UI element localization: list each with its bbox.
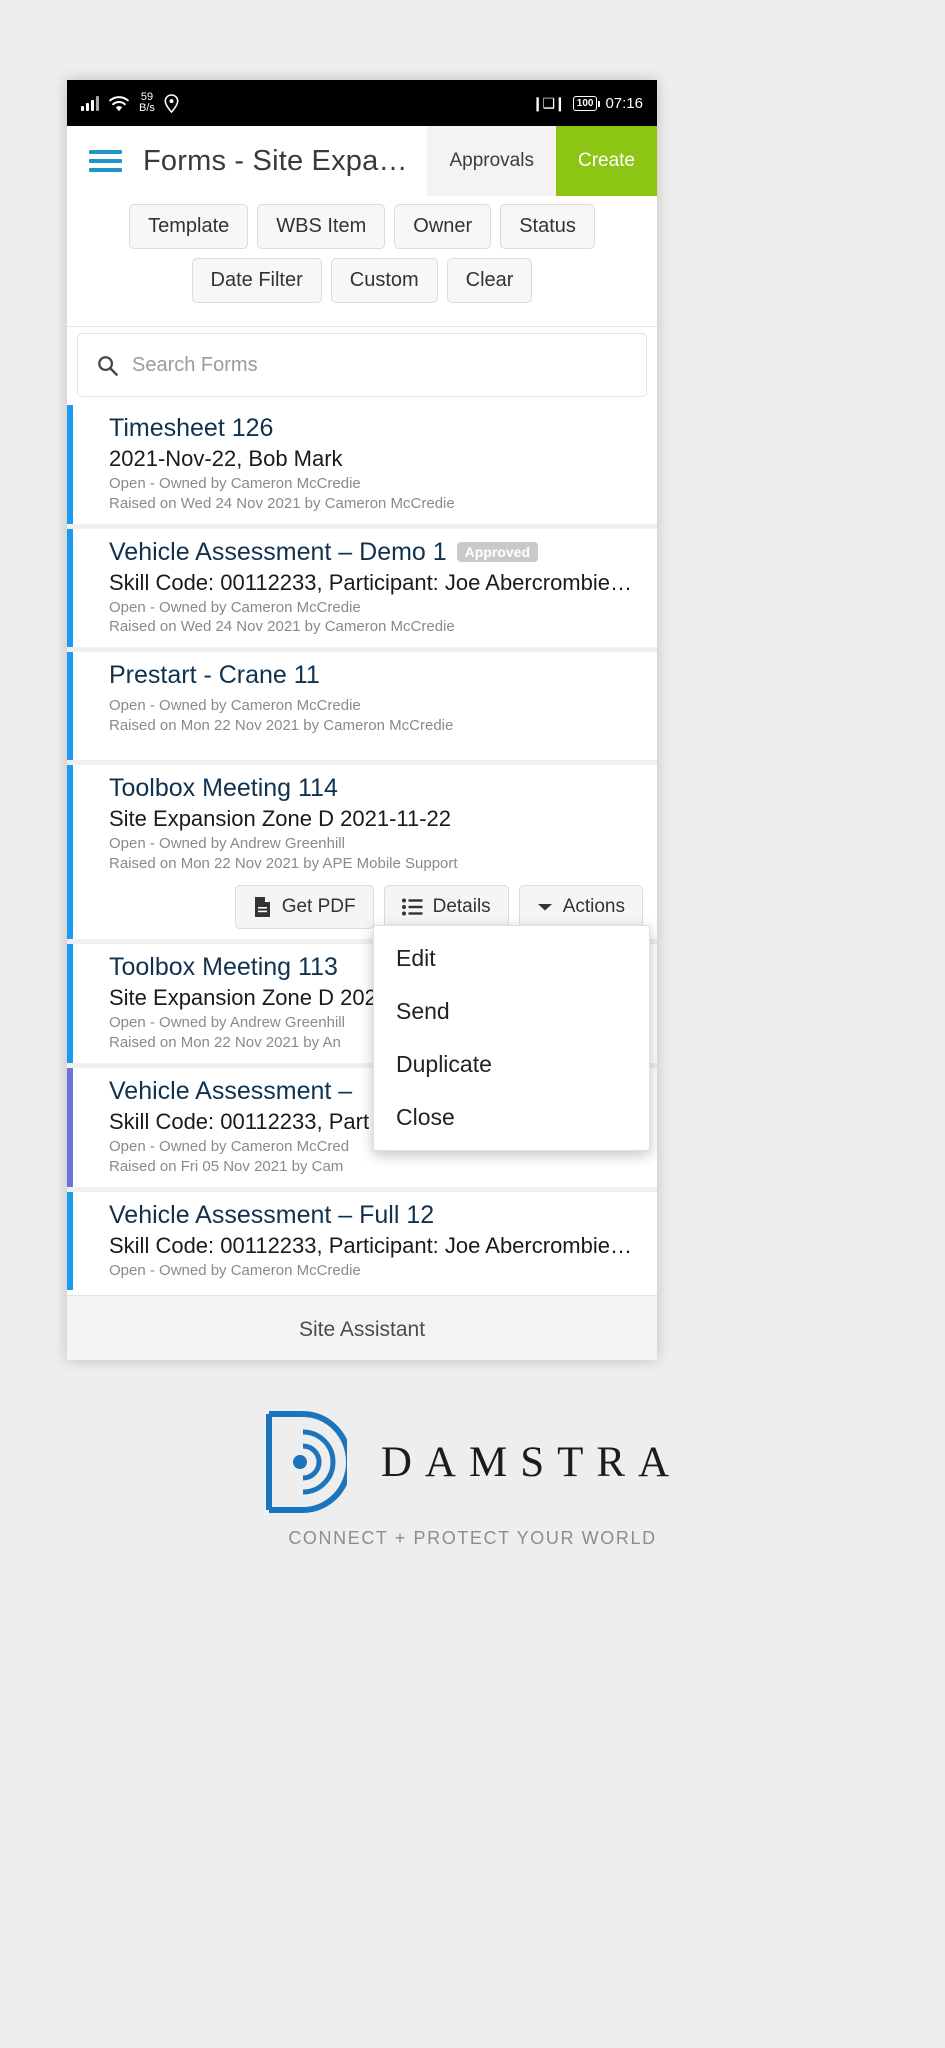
pdf-document-icon — [254, 897, 270, 918]
signal-icon — [81, 95, 99, 111]
form-meta-raised: Raised on Wed 24 Nov 2021 by Cameron McC… — [109, 618, 455, 636]
table-row[interactable]: Vehicle Assessment – Demo 1 Approved Ski… — [67, 528, 657, 648]
form-meta-raised: Raised on Wed 24 Nov 2021 by Cameron McC… — [109, 494, 455, 512]
app-header: Forms - Site Expa… Approvals Create — [67, 126, 657, 196]
filter-chip-template[interactable]: Template — [129, 204, 249, 249]
damstra-logo-icon — [265, 1411, 347, 1513]
details-label: Details — [432, 896, 491, 918]
brand-tagline: CONNECT + PROTECT YOUR WORLD — [288, 1528, 657, 1548]
form-meta-owner: Open - Owned by Cameron McCredie — [109, 475, 361, 492]
form-meta: Open - Owned by Andrew Greenhill Raised … — [109, 834, 643, 874]
form-meta-raised: Raised on Fri 05 Nov 2021 by Cam — [109, 1157, 344, 1175]
phone-frame: 59 B/s ❙❑❙ 100 07:16 Forms - Site Expa… … — [67, 80, 657, 1360]
actions-label: Actions — [562, 896, 625, 918]
form-meta-raised: Raised on Mon 22 Nov 2021 by APE Mobile … — [109, 854, 458, 872]
status-badge: Approved — [456, 542, 539, 563]
filter-chip-clear[interactable]: Clear — [446, 258, 533, 303]
filter-row-2: Date Filter Custom Clear — [67, 258, 657, 303]
brand-footer: DAMSTRA CONNECT + PROTECT YOUR WORLD — [0, 1410, 945, 1549]
form-title: Prestart - Crane 11 — [109, 661, 320, 690]
form-meta: Open - Owned by Cameron McCredie — [109, 1261, 643, 1281]
vibrate-icon: ❙❑❙ — [531, 94, 566, 111]
search-section — [67, 327, 657, 405]
details-button[interactable]: Details — [383, 885, 509, 930]
filter-chip-wbs-item[interactable]: WBS Item — [257, 204, 386, 249]
form-subtitle: 2021-Nov-22, Bob Mark — [109, 446, 343, 471]
search-icon — [98, 355, 118, 376]
form-meta-owner: Open - Owned by Cameron McCredie — [109, 598, 361, 616]
status-bar-clock: 07:16 — [605, 94, 643, 112]
form-meta: Open - Owned by Cameron McCredie Raised … — [109, 598, 643, 638]
search-input[interactable] — [132, 353, 628, 377]
forms-list: Timesheet 126 2021-Nov-22, Bob Mark Open… — [67, 405, 657, 1291]
form-title: Timesheet 126 — [109, 414, 274, 442]
form-subtitle: Site Expansion Zone D 2021-11-22 — [109, 805, 452, 831]
actions-dropdown-menu[interactable]: Edit Send Duplicate Close — [373, 925, 650, 1151]
table-row[interactable]: Timesheet 126 2021-Nov-22, Bob Mark Open… — [67, 405, 657, 524]
list-details-icon — [401, 898, 423, 916]
page-title: Forms - Site Expa… — [143, 144, 408, 177]
search-box[interactable] — [77, 333, 647, 397]
menu-item-send[interactable]: Send — [374, 985, 649, 1038]
filter-chip-date-filter[interactable]: Date Filter — [191, 258, 322, 303]
filter-chip-status[interactable]: Status — [500, 204, 595, 249]
filter-bar: Template WBS Item Owner Status Date Filt… — [67, 196, 657, 327]
table-row[interactable]: Vehicle Assessment – Full 12 Skill Code:… — [67, 1191, 657, 1291]
get-pdf-button[interactable]: Get PDF — [234, 885, 374, 930]
location-icon — [164, 93, 179, 113]
filter-row-1: Template WBS Item Owner Status — [67, 204, 657, 249]
actions-button[interactable]: Actions — [518, 885, 643, 930]
form-subtitle: Skill Code: 00112233, Participant: Joe A… — [109, 569, 632, 595]
create-button[interactable]: Create — [555, 126, 657, 196]
site-assistant-bar[interactable]: Site Assistant — [67, 1295, 657, 1360]
wifi-icon — [109, 95, 129, 111]
form-title: Vehicle Assessment – Demo 1 Approved — [109, 538, 643, 567]
caret-down-icon — [537, 904, 552, 911]
filter-chip-custom[interactable]: Custom — [330, 258, 438, 303]
network-speed-unit: B/s — [139, 102, 155, 114]
form-title-text: Vehicle Assessment – Demo 1 — [109, 537, 447, 566]
menu-item-duplicate[interactable]: Duplicate — [374, 1038, 649, 1091]
table-row[interactable]: Prestart - Crane 11 Open - Owned by Came… — [67, 652, 657, 760]
page-root: 59 B/s ❙❑❙ 100 07:16 Forms - Site Expa… … — [0, 0, 945, 2048]
menu-item-edit[interactable]: Edit — [374, 932, 649, 985]
form-subtitle: Skill Code: 00112233, Participant: Joe A… — [109, 1232, 632, 1258]
form-meta-owner: Open - Owned by Cameron McCredie — [109, 1261, 361, 1279]
status-bar: 59 B/s ❙❑❙ 100 07:16 — [67, 80, 657, 126]
table-row[interactable]: Toolbox Meeting 114 Site Expansion Zone … — [67, 764, 657, 940]
filter-chip-owner[interactable]: Owner — [394, 204, 492, 249]
form-meta-owner: Open - Owned by Andrew Greenhill — [109, 834, 345, 852]
status-bar-left: 59 B/s — [81, 92, 179, 114]
battery-icon: 100 — [572, 95, 601, 111]
get-pdf-label: Get PDF — [281, 896, 356, 918]
form-meta-raised: Raised on Mon 22 Nov 2021 by Cameron McC… — [109, 716, 454, 734]
brand-name: DAMSTRA — [380, 1438, 683, 1486]
approvals-button[interactable]: Approvals — [427, 126, 556, 196]
hamburger-menu-icon[interactable] — [67, 126, 143, 196]
form-meta-owner: Open - Owned by Cameron McCredie — [109, 697, 361, 715]
form-meta: Open - Owned by Cameron McCredie Raised … — [109, 474, 643, 514]
form-meta: Open - Owned by Cameron McCredie Raised … — [109, 696, 643, 736]
form-title: Vehicle Assessment – Full 12 — [109, 1200, 435, 1229]
row-action-bar: Get PDF Details Actions — [109, 885, 643, 930]
status-bar-right: ❙❑❙ 100 07:16 — [532, 95, 643, 112]
form-title: Toolbox Meeting 114 — [109, 773, 338, 802]
network-speed-indicator: 59 B/s — [139, 92, 155, 114]
menu-item-close[interactable]: Close — [374, 1091, 649, 1144]
brand-logo-row: DAMSTRA — [0, 1410, 945, 1514]
